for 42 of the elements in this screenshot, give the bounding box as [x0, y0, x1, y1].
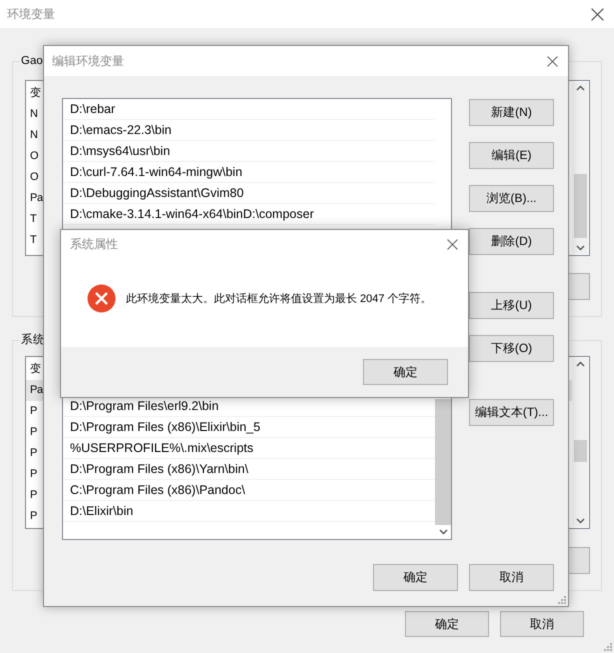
path-item[interactable]: D:\emacs-22.3\bin	[63, 120, 435, 141]
scrollbar[interactable]	[572, 82, 588, 254]
close-icon[interactable]	[547, 56, 558, 66]
scrollbar-thumb[interactable]	[574, 174, 586, 238]
chevron-up-icon[interactable]	[576, 85, 584, 91]
close-icon[interactable]	[591, 8, 604, 20]
path-item[interactable]: D:\msys64\usr\bin	[63, 141, 435, 162]
action-button[interactable]: 新建(N)	[469, 99, 554, 126]
error-message: 此环境变量太大。此对话框允许将值设置为最长 2047 个字符。	[126, 292, 432, 306]
window-title: 环境变量	[7, 6, 55, 22]
dialog-title: 系统属性	[70, 236, 118, 252]
path-item[interactable]: C:\Program Files (x86)\Pandoc\	[63, 480, 435, 501]
resize-grip[interactable]	[603, 642, 612, 651]
chevron-down-icon[interactable]	[576, 245, 584, 251]
action-button[interactable]: 浏览(B)...	[469, 185, 554, 212]
path-item[interactable]: D:\DebuggingAssistant\Gvim80	[63, 183, 435, 204]
error-icon	[87, 284, 116, 313]
chevron-up-icon[interactable]	[576, 361, 584, 367]
dialog-button[interactable]: 取消	[469, 564, 554, 591]
action-button[interactable]: 下移(O)	[469, 335, 554, 362]
resize-grip[interactable]	[557, 595, 566, 604]
path-item[interactable]: D:\curl-7.64.1-win64-mingw\bin	[63, 162, 435, 183]
action-button[interactable]: 编辑(E)	[469, 142, 554, 169]
dialog-button[interactable]: 取消	[500, 611, 584, 637]
path-item[interactable]: D:\Program Files (x86)\Elixir\bin_5	[63, 417, 435, 438]
dialog-button[interactable]: 确定	[373, 564, 458, 591]
path-item[interactable]: D:\Elixir\bin	[63, 501, 435, 522]
path-item[interactable]: %USERPROFILE%\.mix\escripts	[63, 438, 435, 459]
action-button[interactable]: 编辑文本(T)...	[469, 399, 554, 426]
dialog-button[interactable]: 确定	[405, 611, 489, 637]
action-button[interactable]: 删除(D)	[469, 228, 554, 255]
chevron-down-icon[interactable]	[576, 518, 584, 524]
path-item[interactable]: D:\rebar	[63, 99, 435, 120]
path-item[interactable]: D:\cmake-3.14.1-win64-x64\binD:\composer	[63, 204, 435, 225]
ok-button[interactable]: 确定	[363, 359, 448, 385]
chevron-down-icon[interactable]	[438, 529, 448, 535]
scrollbar-thumb[interactable]	[574, 440, 586, 462]
close-icon[interactable]	[447, 238, 458, 250]
action-button[interactable]: 上移(U)	[469, 292, 554, 319]
path-item[interactable]: D:\Program Files (x86)\Yarn\bin\	[63, 459, 435, 480]
scrollbar[interactable]	[572, 358, 588, 527]
dialog-title: 编辑环境变量	[52, 52, 124, 70]
